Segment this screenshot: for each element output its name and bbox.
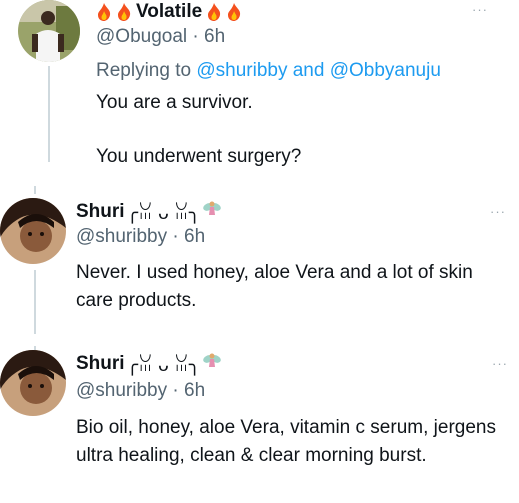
- timestamp[interactable]: · 6h: [192, 26, 225, 47]
- tweet-text-line-2: You underwent surgery?: [96, 146, 302, 167]
- replying-to: Replying to @shuribby and @Obbyanuju: [96, 60, 441, 82]
- display-name-row[interactable]: Volatile: [96, 0, 242, 24]
- fire-icon: [206, 2, 222, 22]
- thread-line-top: [34, 186, 36, 194]
- tweet-text: Never. I used honey, aloe Vera and a lot…: [76, 262, 473, 311]
- more-options-icon[interactable]: ···: [472, 2, 488, 17]
- display-name[interactable]: Shuri: [76, 201, 125, 223]
- tweet-volatile[interactable]: Volatile ··· @Obugoal · 6h Replying to @…: [0, 0, 519, 180]
- tweet-shuri-2[interactable]: Shuri ╭ꈍ ᴗ ꈍ╮ ··· @shuribby · 6h Bio oil…: [0, 346, 519, 503]
- timestamp[interactable]: · 6h: [172, 226, 205, 247]
- replying-to-handles[interactable]: @shuribby and @Obbyanuju: [196, 60, 441, 81]
- kaomoji: ╭ꈍ ᴗ ꈍ╮: [126, 203, 201, 224]
- handle[interactable]: @shuribby: [76, 380, 167, 401]
- kaomoji: ╭ꈍ ᴗ ꈍ╮: [126, 355, 201, 376]
- avatar-shuri[interactable]: [0, 198, 66, 264]
- display-name[interactable]: Volatile: [136, 1, 202, 23]
- fairy-icon: [202, 351, 222, 377]
- handle-row: @shuribby · 6h: [76, 226, 205, 248]
- handle-row: @Obugoal · 6h: [96, 26, 225, 48]
- more-options-icon[interactable]: ···: [490, 204, 506, 219]
- avatar-volatile[interactable]: [18, 0, 80, 62]
- handle[interactable]: @shuribby: [76, 226, 167, 247]
- handle[interactable]: @Obugoal: [96, 26, 187, 47]
- more-options-icon[interactable]: ···: [492, 356, 508, 371]
- fairy-icon: [202, 199, 222, 225]
- display-name-row[interactable]: Shuri ╭ꈍ ᴗ ꈍ╮: [76, 200, 222, 224]
- replying-to-label: Replying to: [96, 60, 192, 81]
- tweet-text-line-1: You are a survivor.: [96, 92, 253, 113]
- fire-icon: [96, 2, 112, 22]
- fire-icon: [116, 2, 132, 22]
- display-name[interactable]: Shuri: [76, 353, 125, 375]
- thread-line: [34, 270, 36, 334]
- avatar-shuri[interactable]: [0, 350, 66, 416]
- fire-icon: [226, 2, 242, 22]
- handle-row: @shuribby · 6h: [76, 380, 205, 402]
- display-name-row[interactable]: Shuri ╭ꈍ ᴗ ꈍ╮: [76, 352, 222, 376]
- tweet-shuri-1[interactable]: Shuri ╭ꈍ ᴗ ꈍ╮ ··· @shuribby · 6h Never. …: [0, 186, 519, 346]
- tweet-text: Bio oil, honey, aloe Vera, vitamin c ser…: [76, 417, 496, 466]
- timestamp[interactable]: · 6h: [172, 380, 205, 401]
- thread-line: [48, 66, 50, 162]
